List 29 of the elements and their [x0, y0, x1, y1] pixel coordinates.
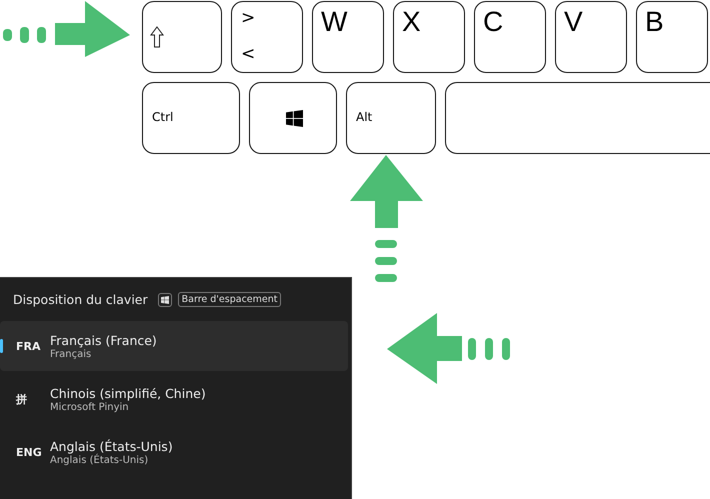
flyout-title: Disposition du clavier — [13, 292, 148, 307]
language-code: FRA — [16, 340, 42, 352]
selection-indicator — [0, 339, 3, 353]
angle-bracket-key[interactable]: > < — [231, 1, 303, 73]
keyboard-name: Microsoft Pinyin — [50, 402, 129, 412]
letter-key[interactable]: X — [393, 1, 465, 73]
key-symbol: < — [241, 44, 256, 64]
layout-item[interactable]: 拼 Chinois (simplifié, Chine) Microsoft Pinyin — [0, 374, 348, 424]
keyboard-name: Anglais (États-Unis) — [50, 454, 150, 466]
language-name: Français (France) — [50, 332, 157, 348]
language-name: Chinois (simplifié, Chine) — [50, 386, 206, 400]
modifier-key[interactable]: Ctrl — [142, 82, 240, 154]
shift-key[interactable] — [142, 1, 222, 73]
windows-logo-icon — [160, 296, 169, 304]
letter-key[interactable]: V — [555, 1, 627, 73]
letter-key[interactable]: C — [474, 1, 546, 73]
language-name: Anglais (États-Unis) — [50, 438, 173, 454]
letter-key[interactable]: W — [312, 1, 384, 73]
language-code: 拼 — [16, 392, 28, 406]
keyboard-name: Français — [50, 348, 92, 360]
language-code: ENG — [16, 446, 43, 458]
space-key[interactable] — [445, 82, 710, 154]
letter-key[interactable]: B — [636, 1, 708, 73]
shift-arrow-icon — [150, 26, 164, 48]
modifier-key[interactable]: Alt — [346, 82, 436, 154]
shortcut-chip: Barre d'espacement — [178, 292, 282, 307]
key-symbol: > — [241, 8, 256, 28]
windows-key[interactable] — [249, 82, 337, 154]
windows-logo-icon — [286, 110, 303, 127]
